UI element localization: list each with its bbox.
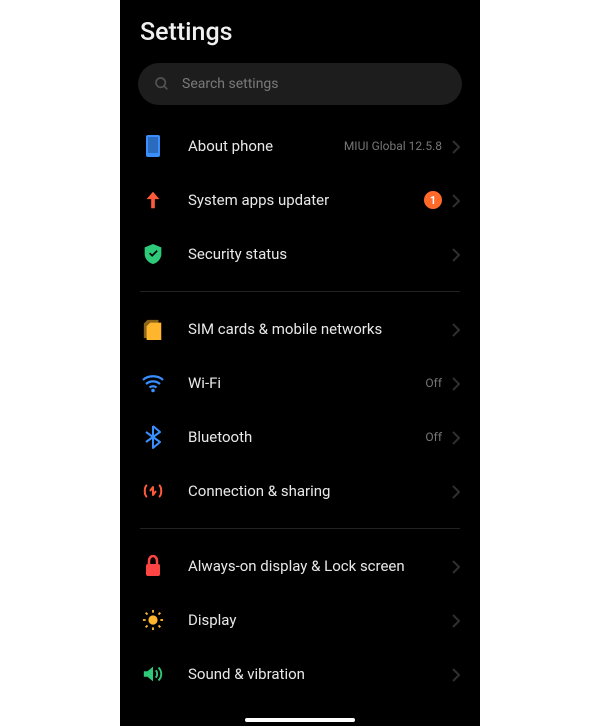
badge: 1	[424, 191, 442, 209]
item-aod-lock[interactable]: Always-on display & Lock screen	[120, 539, 480, 593]
update-arrow-icon	[140, 187, 166, 213]
home-indicator[interactable]	[245, 718, 355, 722]
sun-icon	[140, 607, 166, 633]
chevron-right-icon	[452, 139, 460, 153]
item-sim-cards[interactable]: SIM cards & mobile networks	[120, 302, 480, 356]
chevron-right-icon	[452, 193, 460, 207]
chevron-right-icon	[452, 484, 460, 498]
chevron-right-icon	[452, 247, 460, 261]
bluetooth-icon	[140, 424, 166, 450]
item-security-status[interactable]: Security status	[120, 227, 480, 281]
settings-screen: Settings Search settings About phone MIU…	[120, 0, 480, 726]
item-label: Always-on display & Lock screen	[188, 557, 452, 575]
item-status: MIUI Global 12.5.8	[344, 139, 442, 153]
item-status: Off	[425, 430, 442, 444]
item-label: About phone	[188, 137, 344, 155]
item-sound-vibration[interactable]: Sound & vibration	[120, 647, 480, 701]
search-bar[interactable]: Search settings	[138, 63, 462, 105]
item-label: Wi-Fi	[188, 374, 425, 392]
chevron-right-icon	[452, 667, 460, 681]
wifi-icon	[140, 370, 166, 396]
item-label: Bluetooth	[188, 428, 425, 446]
chevron-right-icon	[452, 430, 460, 444]
header: Settings	[120, 0, 480, 59]
chevron-right-icon	[452, 559, 460, 573]
page-title: Settings	[140, 18, 460, 47]
item-system-apps-updater[interactable]: System apps updater 1	[120, 173, 480, 227]
item-label: SIM cards & mobile networks	[188, 320, 452, 338]
chevron-right-icon	[452, 376, 460, 390]
item-label: Display	[188, 611, 452, 629]
item-label: Connection & sharing	[188, 482, 452, 500]
lock-icon	[140, 553, 166, 579]
shield-check-icon	[140, 241, 166, 267]
chevron-right-icon	[452, 322, 460, 336]
connection-icon	[140, 478, 166, 504]
item-bluetooth[interactable]: Bluetooth Off	[120, 410, 480, 464]
search-placeholder: Search settings	[182, 76, 279, 92]
search-icon	[154, 76, 170, 92]
item-status: Off	[425, 376, 442, 390]
sim-icon	[140, 316, 166, 342]
item-display[interactable]: Display	[120, 593, 480, 647]
phone-icon	[140, 133, 166, 159]
item-label: Sound & vibration	[188, 665, 452, 683]
item-label: Security status	[188, 245, 452, 263]
item-label: System apps updater	[188, 191, 424, 209]
item-wifi[interactable]: Wi-Fi Off	[120, 356, 480, 410]
divider	[140, 528, 460, 529]
chevron-right-icon	[452, 613, 460, 627]
speaker-icon	[140, 661, 166, 687]
divider	[140, 291, 460, 292]
settings-list: About phone MIUI Global 12.5.8 System ap…	[120, 119, 480, 701]
item-connection-sharing[interactable]: Connection & sharing	[120, 464, 480, 518]
item-about-phone[interactable]: About phone MIUI Global 12.5.8	[120, 119, 480, 173]
